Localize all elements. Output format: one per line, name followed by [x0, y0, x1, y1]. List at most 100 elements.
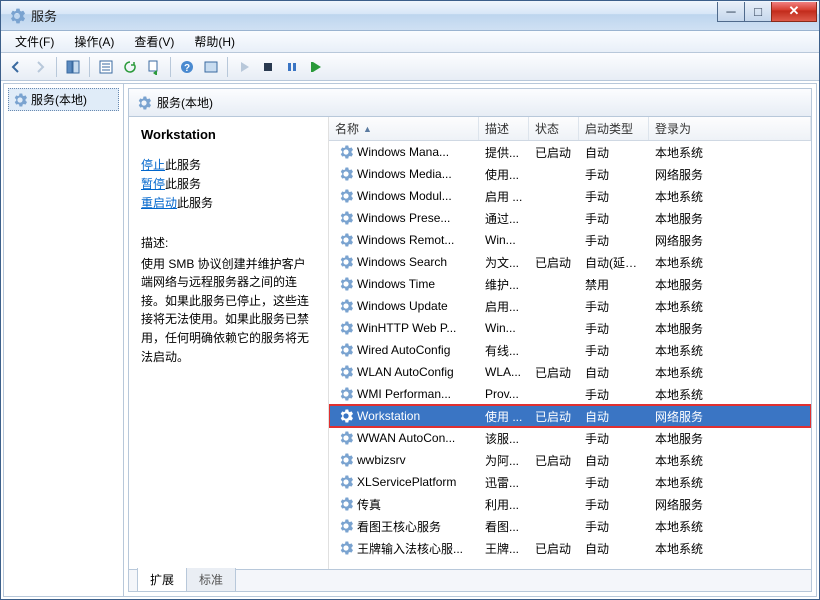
service-status-cell: 已启动	[529, 408, 579, 425]
service-startup-cell: 禁用	[579, 276, 649, 293]
service-startup-cell: 手动	[579, 166, 649, 183]
help-button[interactable]: ?	[176, 56, 198, 78]
service-logon-cell: 本地系统	[649, 188, 811, 205]
gear-icon	[339, 365, 353, 379]
service-startup-cell: 手动	[579, 210, 649, 227]
service-desc-cell: 王牌...	[479, 540, 529, 557]
minimize-button[interactable]: ─	[717, 2, 745, 22]
service-startup-cell: 自动	[579, 452, 649, 469]
export-button[interactable]	[143, 56, 165, 78]
service-row[interactable]: WLAN AutoConfigWLA...已启动自动本地系统	[329, 361, 811, 383]
col-status[interactable]: 状态	[529, 117, 579, 140]
toolbar-separator	[56, 57, 57, 77]
content-body: Workstation 停止此服务 暂停此服务 重启动此服务 描述: 使用 SM…	[129, 117, 811, 569]
gear-icon	[339, 453, 353, 467]
service-desc-cell: 有线...	[479, 342, 529, 359]
service-row[interactable]: WMI Performan...Prov...手动本地系统	[329, 383, 811, 405]
service-name-cell: wwbizsrv	[357, 453, 406, 467]
service-row[interactable]: 王牌输入法核心服...王牌...已启动自动本地系统	[329, 537, 811, 559]
service-desc-cell: 使用 ...	[479, 408, 529, 425]
tree-pane[interactable]: 服务(本地)	[4, 84, 124, 596]
gear-icon	[339, 167, 353, 181]
service-actions: 停止此服务 暂停此服务 重启动此服务	[141, 156, 316, 214]
service-startup-cell: 自动	[579, 144, 649, 161]
gear-icon	[339, 343, 353, 357]
service-row[interactable]: Windows Modul...启用 ...手动本地系统	[329, 185, 811, 207]
service-status-cell: 已启动	[529, 364, 579, 381]
col-logon-as[interactable]: 登录为	[649, 117, 811, 140]
service-name-cell: WinHTTP Web P...	[357, 321, 456, 335]
start-service-button[interactable]	[233, 56, 255, 78]
service-row[interactable]: Wired AutoConfig有线...手动本地系统	[329, 339, 811, 361]
about-button[interactable]	[200, 56, 222, 78]
gear-icon	[339, 519, 353, 533]
menu-help[interactable]: 帮助(H)	[186, 31, 243, 52]
restart-service-button[interactable]	[305, 56, 327, 78]
service-row[interactable]: WWAN AutoCon...该服...手动本地服务	[329, 427, 811, 449]
close-button[interactable]: ✕	[771, 2, 817, 22]
gear-icon	[339, 321, 353, 335]
stop-link[interactable]: 停止	[141, 158, 165, 172]
service-row[interactable]: Windows Remot...Win...手动网络服务	[329, 229, 811, 251]
tab-standard[interactable]: 标准	[186, 568, 236, 591]
service-desc-cell: 迅雷...	[479, 474, 529, 491]
restart-link[interactable]: 重启动	[141, 196, 177, 210]
service-row[interactable]: Windows Time维护...禁用本地服务	[329, 273, 811, 295]
list-body[interactable]: Windows Mana...提供...已启动自动本地系统Windows Med…	[329, 141, 811, 569]
toolbar-separator	[170, 57, 171, 77]
maximize-button[interactable]: □	[744, 2, 772, 22]
service-row[interactable]: WinHTTP Web P...Win...手动本地服务	[329, 317, 811, 339]
service-row[interactable]: Windows Mana...提供...已启动自动本地系统	[329, 141, 811, 163]
pause-service-button[interactable]	[281, 56, 303, 78]
service-desc-cell: Prov...	[479, 387, 529, 401]
service-desc-cell: 启用...	[479, 298, 529, 315]
gear-icon	[339, 211, 353, 225]
tree-root-item[interactable]: 服务(本地)	[8, 88, 119, 111]
service-row[interactable]: 传真利用...手动网络服务	[329, 493, 811, 515]
service-name-cell: Windows Mana...	[357, 145, 449, 159]
col-description[interactable]: 描述	[479, 117, 529, 140]
service-startup-cell: 自动	[579, 540, 649, 557]
service-logon-cell: 本地系统	[649, 144, 811, 161]
service-desc-cell: 提供...	[479, 144, 529, 161]
main-body: 服务(本地) 服务(本地) Workstation 停止此服务 暂停此服务 重启…	[3, 83, 817, 597]
sort-asc-icon: ▲	[363, 124, 372, 134]
menu-action[interactable]: 操作(A)	[66, 31, 122, 52]
service-row[interactable]: Workstation使用 ...已启动自动网络服务	[329, 405, 811, 427]
refresh-button[interactable]	[119, 56, 141, 78]
service-startup-cell: 手动	[579, 496, 649, 513]
gear-icon	[339, 475, 353, 489]
stop-service-button[interactable]	[257, 56, 279, 78]
service-name-cell: 传真	[357, 496, 381, 513]
service-row[interactable]: Windows Search为文...已启动自动(延迟...本地系统	[329, 251, 811, 273]
titlebar[interactable]: 服务 ─ □ ✕	[1, 1, 819, 31]
service-row[interactable]: wwbizsrv为阿...已启动自动本地系统	[329, 449, 811, 471]
service-row[interactable]: Windows Prese...通过...手动本地服务	[329, 207, 811, 229]
service-logon-cell: 网络服务	[649, 408, 811, 425]
col-startup-type[interactable]: 启动类型	[579, 117, 649, 140]
show-hide-tree-button[interactable]	[62, 56, 84, 78]
service-startup-cell: 手动	[579, 430, 649, 447]
menubar: 文件(F) 操作(A) 查看(V) 帮助(H)	[1, 31, 819, 53]
pause-link[interactable]: 暂停	[141, 177, 165, 191]
service-logon-cell: 网络服务	[649, 496, 811, 513]
service-row[interactable]: Windows Update启用...手动本地系统	[329, 295, 811, 317]
gear-icon	[339, 431, 353, 445]
properties-button[interactable]	[95, 56, 117, 78]
service-logon-cell: 本地系统	[649, 452, 811, 469]
service-startup-cell: 自动(延迟...	[579, 254, 649, 271]
service-row[interactable]: Windows Media...使用...手动网络服务	[329, 163, 811, 185]
service-name-cell: WMI Performan...	[357, 387, 451, 401]
service-desc-cell: 启用 ...	[479, 188, 529, 205]
tab-extended[interactable]: 扩展	[137, 568, 187, 591]
back-button[interactable]	[5, 56, 27, 78]
col-name[interactable]: 名称▲	[329, 117, 479, 140]
service-logon-cell: 本地服务	[649, 210, 811, 227]
service-row[interactable]: XLServicePlatform迅雷...手动本地系统	[329, 471, 811, 493]
service-row[interactable]: 看图王核心服务看图...手动本地系统	[329, 515, 811, 537]
forward-button[interactable]	[29, 56, 51, 78]
description-label: 描述:	[141, 234, 316, 251]
menu-file[interactable]: 文件(F)	[7, 31, 62, 52]
menu-view[interactable]: 查看(V)	[126, 31, 182, 52]
view-tabs: 扩展 标准	[129, 569, 811, 591]
